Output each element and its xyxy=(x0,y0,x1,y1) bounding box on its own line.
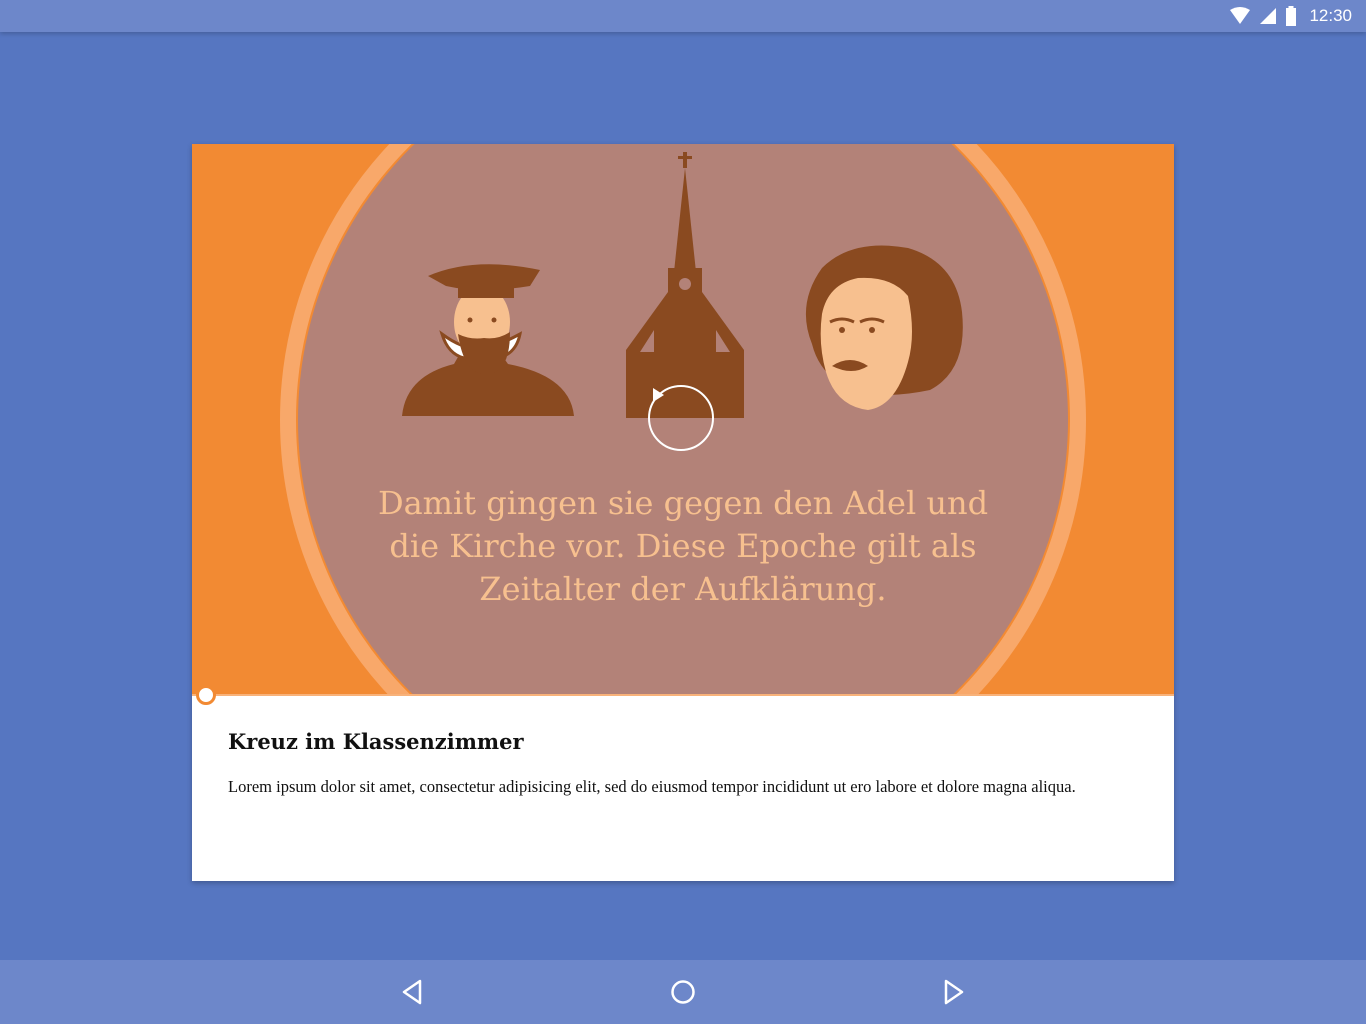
navigation-bar xyxy=(0,960,1366,1024)
status-bar: 12:30 xyxy=(0,0,1366,32)
video-caption: Damit gingen sie gegen den Adel und die … xyxy=(377,484,989,608)
play-icon xyxy=(653,388,664,402)
status-time: 12:30 xyxy=(1309,6,1352,25)
video-progress-handle[interactable] xyxy=(196,685,216,705)
video-card: Damit gingen sie gegen den Adel und die … xyxy=(192,144,1174,881)
battery-icon xyxy=(1286,6,1297,26)
home-icon xyxy=(671,980,695,1004)
home-button[interactable] xyxy=(663,974,703,1010)
card-description: Lorem ipsum dolor sit amet, consectetur … xyxy=(228,777,1076,796)
back-button[interactable] xyxy=(392,974,432,1010)
play-button[interactable] xyxy=(648,385,714,451)
back-icon xyxy=(402,979,422,1005)
video-progress-bar[interactable] xyxy=(192,685,1174,705)
forward-button[interactable] xyxy=(934,974,974,1010)
card-title: Kreuz im Klassenzimmer xyxy=(228,729,524,754)
wifi-icon xyxy=(1230,7,1251,24)
video-player[interactable]: Damit gingen sie gegen den Adel und die … xyxy=(192,144,1174,695)
status-icons: 12:30 xyxy=(1229,5,1352,27)
forward-icon xyxy=(944,979,964,1005)
cell-signal-icon xyxy=(1260,8,1277,24)
